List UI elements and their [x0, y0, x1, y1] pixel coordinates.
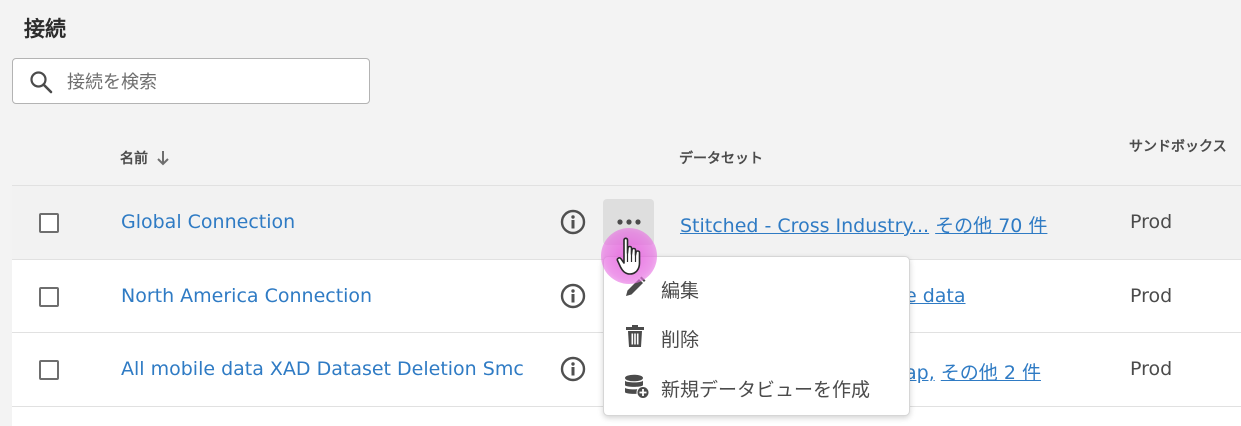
dataset-more-link[interactable]: その他 70 件: [935, 215, 1047, 237]
info-icon[interactable]: [560, 356, 586, 382]
dataset-cell: ap, その他 2 件: [905, 358, 1041, 385]
info-icon[interactable]: [560, 209, 586, 235]
connection-name-link[interactable]: All mobile data XAD Dataset Deletion Smc: [121, 358, 539, 380]
menu-item-label: 削除: [661, 329, 700, 351]
dataset-link[interactable]: Stitched - Cross Industry...: [680, 215, 929, 237]
menu-item-delete[interactable]: 削除: [604, 316, 909, 356]
column-header-name-label: 名前: [120, 151, 148, 167]
row-checkbox[interactable]: [39, 213, 59, 233]
info-icon[interactable]: [560, 283, 586, 309]
menu-item-create-data-view[interactable]: 新規データビューを作成: [604, 366, 909, 406]
row-actions-menu: 編集 削除 新規データビューを作成: [603, 256, 910, 416]
dataset-link[interactable]: e data: [905, 285, 966, 307]
dataset-cell: Stitched - Cross Industry... その他 70 件: [680, 211, 1047, 238]
row-checkbox[interactable]: [39, 360, 59, 380]
trash-icon: [626, 325, 644, 347]
search-field[interactable]: [12, 58, 370, 104]
search-icon: [30, 71, 53, 94]
database-add-icon: [625, 374, 650, 399]
sandbox-cell: Prod: [1130, 358, 1173, 380]
search-input[interactable]: [65, 67, 359, 97]
menu-item-label: 編集: [661, 280, 700, 302]
menu-item-label: 新規データビューを作成: [661, 379, 871, 401]
sandbox-cell: Prod: [1130, 285, 1173, 307]
sandbox-cell: Prod: [1130, 211, 1173, 233]
dataset-cell: e data: [905, 285, 966, 307]
more-icon: [616, 219, 641, 225]
column-header-sandbox: サンドボックス: [1129, 139, 1227, 155]
column-header-dataset: データセット: [679, 151, 763, 167]
row-checkbox[interactable]: [39, 287, 59, 307]
hand-pointer-icon: [616, 237, 641, 275]
connection-name-link[interactable]: North America Connection: [121, 285, 539, 307]
connection-name-link[interactable]: Global Connection: [121, 211, 539, 233]
dataset-more-link[interactable]: その他 2 件: [941, 362, 1041, 384]
column-header-name[interactable]: 名前: [120, 148, 170, 168]
page-title: 接続: [24, 17, 66, 41]
sort-descending-icon[interactable]: [156, 150, 170, 166]
